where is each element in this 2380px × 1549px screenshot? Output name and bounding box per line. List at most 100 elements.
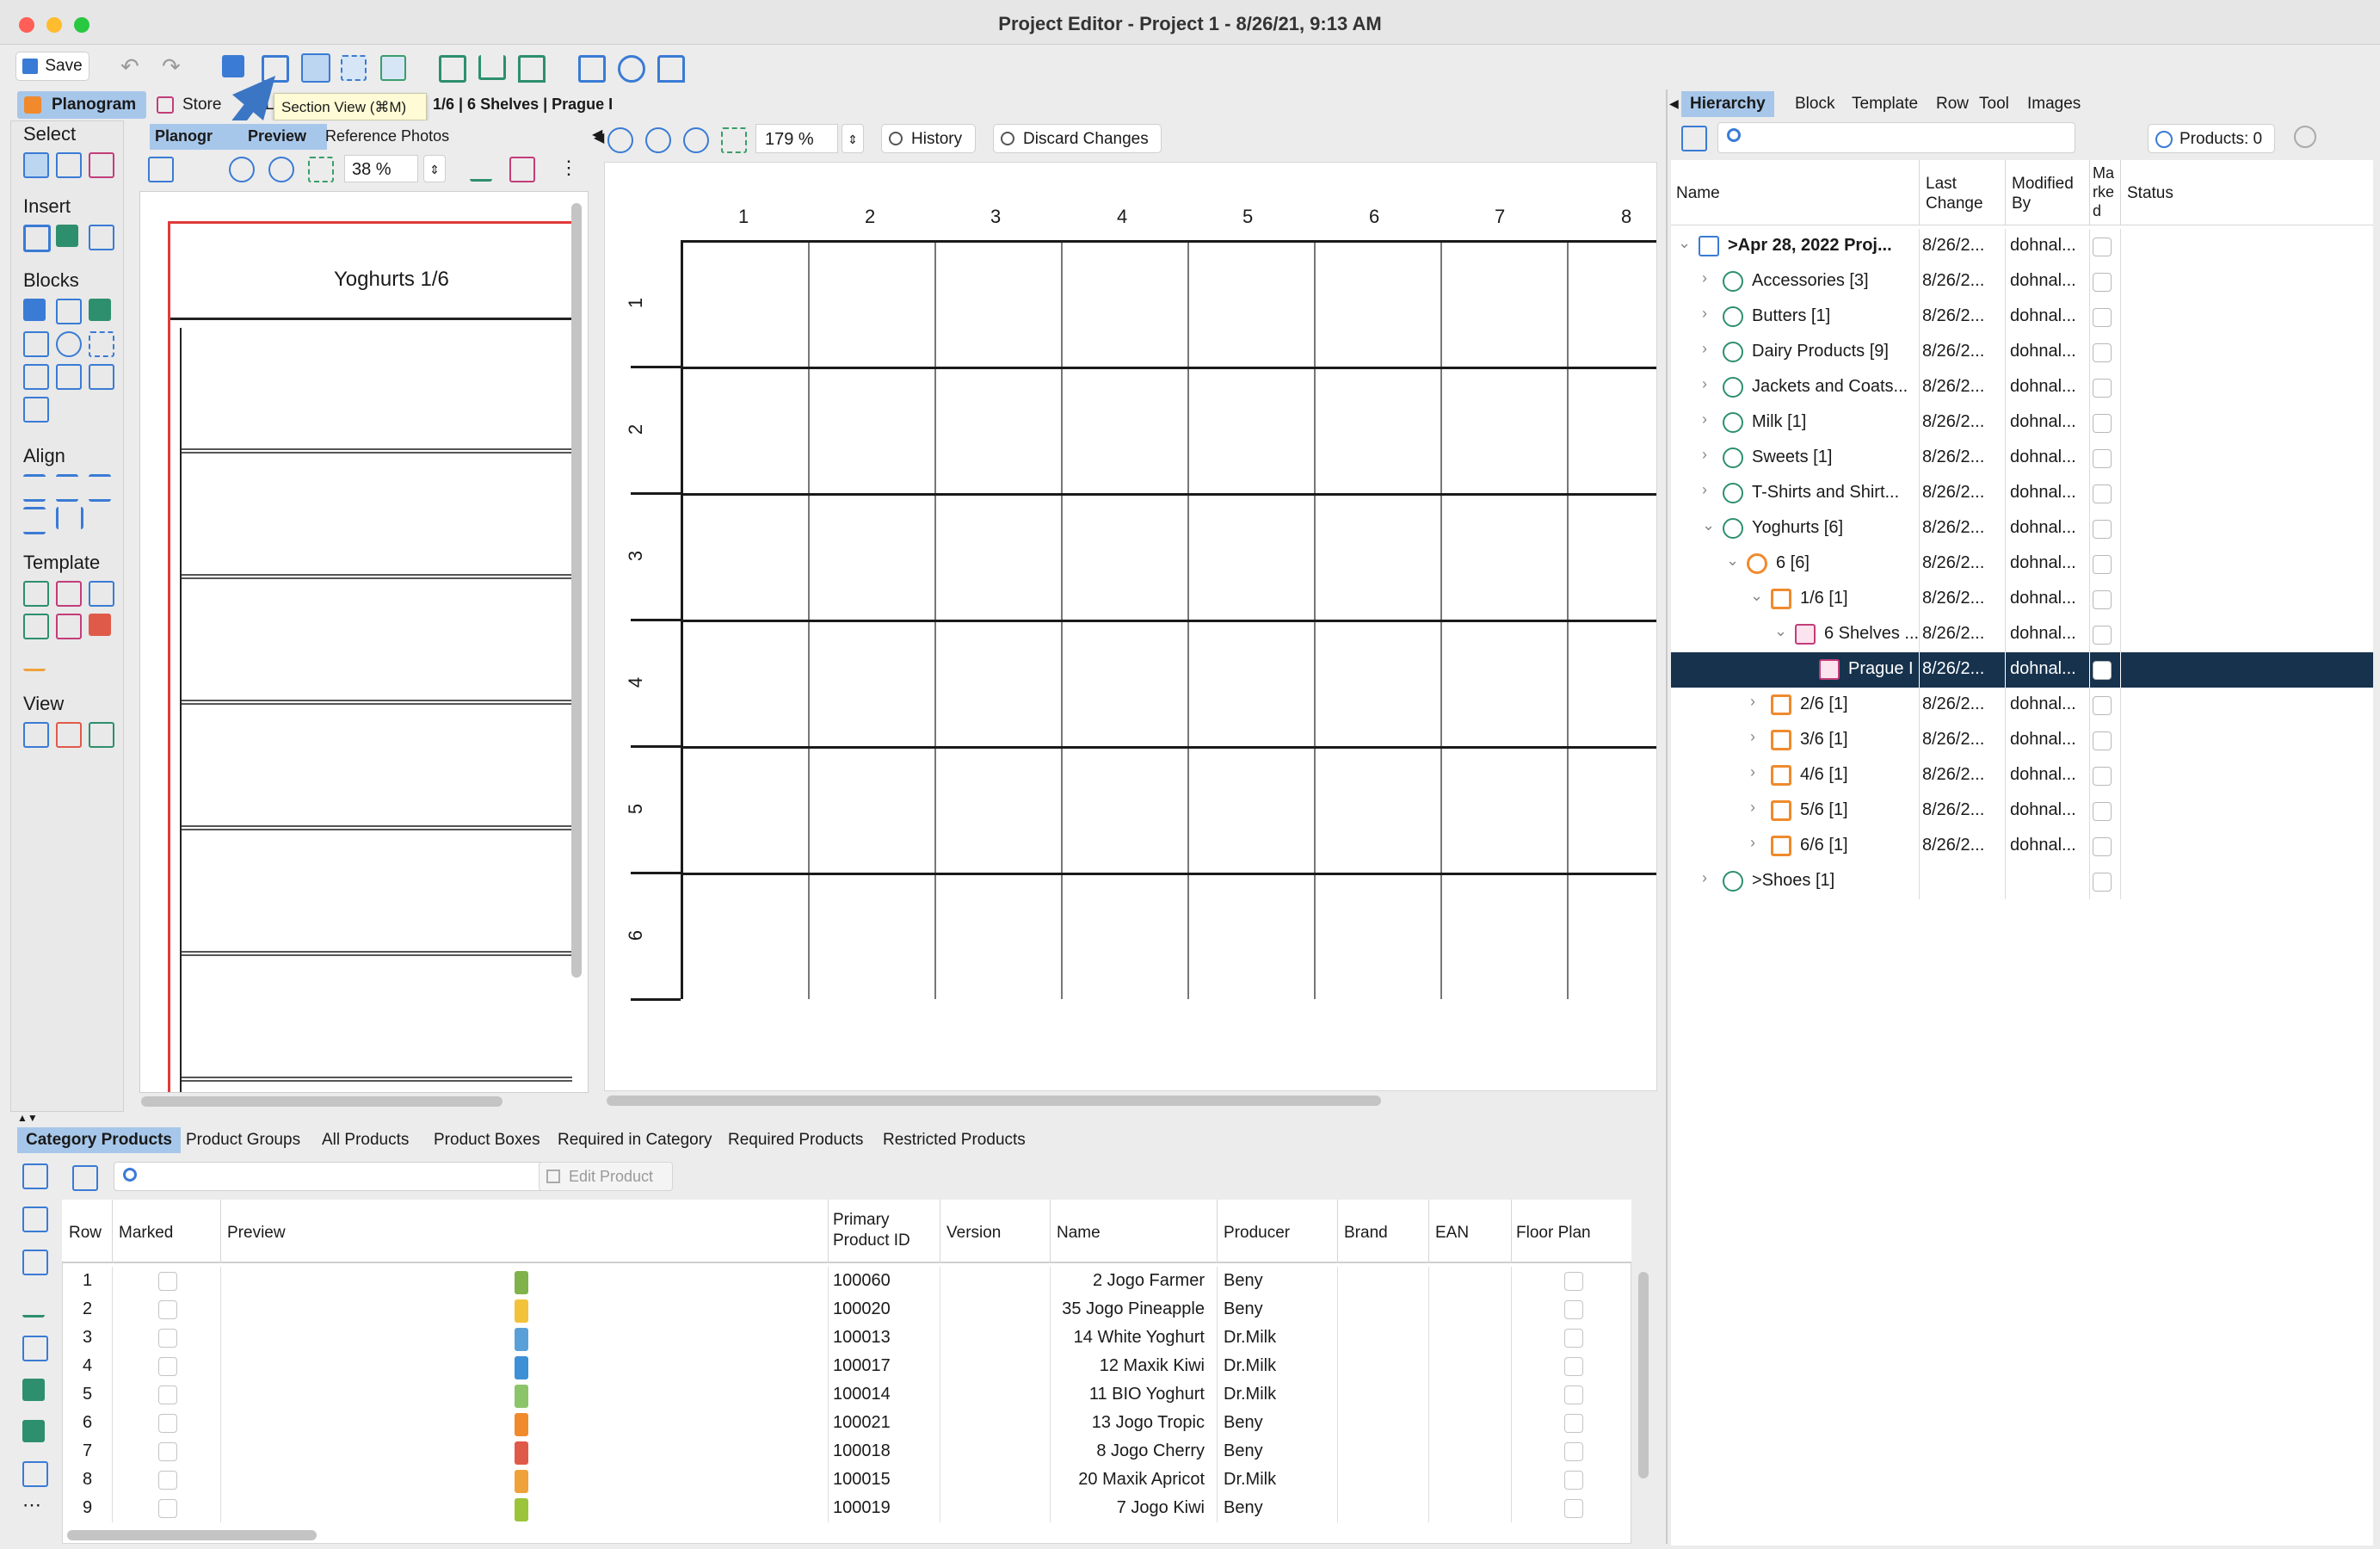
export-icon[interactable] [148, 157, 174, 182]
col-version-header[interactable]: Version [946, 1224, 1001, 1243]
col-modified-by-header[interactable]: Modified By [2012, 174, 2084, 213]
history-button[interactable]: History [881, 124, 976, 153]
chevron-right-icon[interactable]: › [1750, 834, 1755, 852]
table-row[interactable]: 3 100013 14 White Yoghurt Dr.Milk [62, 1324, 1631, 1352]
right-collapse-icon[interactable]: ◀ [1669, 96, 1679, 111]
tab-restricted-products[interactable]: Restricted Products [874, 1127, 1034, 1153]
hierarchy-row[interactable]: › 6/6 [1] 8/26/2... dohnal... [1671, 829, 2373, 864]
products-table-settings-icon[interactable] [72, 1165, 98, 1191]
table-settings-icon[interactable] [1681, 126, 1707, 151]
tab-planogram[interactable]: Planogram [17, 91, 146, 119]
template-1-icon[interactable] [23, 581, 49, 607]
copy-icon[interactable] [22, 1206, 48, 1232]
editor-zoom-stepper[interactable]: ⇕ [842, 124, 864, 153]
editor-zoom-field[interactable]: 179 % [755, 124, 838, 153]
marked-checkbox[interactable] [2093, 238, 2112, 256]
more-actions-icon[interactable]: ⋯ [22, 1494, 41, 1516]
tab-template[interactable]: Template [1843, 91, 1927, 117]
align-left-icon[interactable] [23, 474, 46, 502]
chevron-right-icon[interactable]: › [1702, 305, 1707, 323]
flag-icon[interactable] [470, 157, 492, 182]
preview-zoom-field[interactable]: 38 % [344, 155, 418, 182]
hierarchy-search-input[interactable] [1717, 122, 2075, 153]
marked-checkbox[interactable] [158, 1414, 177, 1433]
block-4-icon[interactable] [23, 331, 49, 357]
hierarchy-icon[interactable] [618, 55, 645, 83]
marked-checkbox[interactable] [2093, 414, 2112, 433]
block-6-icon[interactable] [89, 331, 114, 357]
document-icon[interactable] [22, 1336, 48, 1361]
fit-to-window-icon[interactable] [721, 127, 747, 153]
products-vertical-scrollbar[interactable] [1638, 1272, 1649, 1478]
marked-checkbox[interactable] [158, 1272, 177, 1291]
tab-product-boxes[interactable]: Product Boxes [425, 1127, 549, 1153]
hierarchy-row[interactable]: › 2/6 [1] 8/26/2... dohnal... [1671, 688, 2373, 723]
store-icon[interactable] [518, 55, 546, 83]
col-row-header[interactable]: Row [69, 1224, 102, 1243]
insert-remove-icon[interactable] [56, 225, 78, 247]
col-primary-id-header[interactable]: Primary Product ID [833, 1210, 945, 1251]
hierarchy-row[interactable]: ⌄ >Apr 28, 2022 Proj... 8/26/2... dohnal... [1671, 229, 2373, 264]
undo-icon[interactable]: ↶ [120, 53, 139, 80]
marked-checkbox[interactable] [2093, 520, 2112, 539]
chevron-right-icon[interactable]: › [1750, 799, 1755, 817]
hierarchy-row[interactable]: › Sweets [1] 8/26/2... dohnal... [1671, 441, 2373, 476]
edit-product-button[interactable]: Edit Product [539, 1162, 673, 1191]
preview-zoom-out-icon[interactable] [229, 157, 255, 182]
col-last-change-header[interactable]: Last Change [1926, 174, 1998, 213]
hierarchy-row[interactable]: › 3/6 [1] 8/26/2... dohnal... [1671, 723, 2373, 758]
preview-fit-icon[interactable] [308, 157, 334, 182]
tag-icon[interactable] [22, 1293, 45, 1318]
marked-checkbox[interactable] [2093, 696, 2112, 715]
floor-plan-checkbox[interactable] [1564, 1442, 1583, 1461]
zoom-out-icon[interactable] [645, 127, 671, 153]
hierarchy-row[interactable]: › Accessories [3] 8/26/2... dohnal... [1671, 264, 2373, 299]
col-marked-header[interactable]: Marked [119, 1224, 173, 1243]
marked-checkbox[interactable] [2093, 661, 2112, 680]
preview-zoom-stepper[interactable]: ⇕ [423, 155, 446, 182]
block-8-icon[interactable] [56, 364, 82, 390]
col-ean-header[interactable]: EAN [1435, 1224, 1469, 1243]
block-2-icon[interactable] [56, 299, 82, 324]
preview-canvas[interactable]: Yoghurts 1/6 [139, 191, 589, 1093]
tab-all-products[interactable]: All Products [313, 1127, 417, 1153]
panel-divider[interactable] [1666, 89, 1668, 1544]
col-name-header[interactable]: Name [1676, 184, 1720, 203]
tab-reference-photos[interactable]: Reference Photos [325, 127, 449, 145]
chevron-down-icon[interactable]: ⌄ [1702, 516, 1715, 534]
info-icon[interactable] [22, 1250, 48, 1275]
preview-vertical-scrollbar[interactable] [571, 203, 582, 978]
marked-checkbox[interactable] [158, 1385, 177, 1404]
table-row[interactable]: 5 100014 11 BIO Yoghurt Dr.Milk [62, 1380, 1631, 1409]
floor-plan-checkbox[interactable] [1564, 1272, 1583, 1291]
block-10-icon[interactable] [23, 397, 49, 423]
editor-collapse-icon[interactable]: ◀ [594, 129, 604, 146]
floor-plan-checkbox[interactable] [1564, 1414, 1583, 1433]
marked-checkbox[interactable] [158, 1357, 177, 1376]
marked-checkbox[interactable] [158, 1442, 177, 1461]
table-row[interactable]: 9 100019 7 Jogo Kiwi Beny [62, 1494, 1631, 1522]
template-7-icon[interactable] [23, 646, 46, 671]
hierarchy-row[interactable]: › 4/6 [1] 8/26/2... dohnal... [1671, 758, 2373, 793]
marked-checkbox[interactable] [158, 1300, 177, 1319]
view-3-icon[interactable] [89, 722, 114, 748]
marked-checkbox[interactable] [2093, 379, 2112, 398]
marked-checkbox[interactable] [2093, 626, 2112, 645]
tab-product-groups[interactable]: Product Groups [177, 1127, 309, 1153]
products-filter-button[interactable]: Products: 0 [2148, 124, 2275, 153]
floor-plan-checkbox[interactable] [1564, 1300, 1583, 1319]
zoom-in-icon[interactable] [607, 127, 633, 153]
chevron-down-icon[interactable]: ⌄ [1678, 234, 1691, 252]
preview-zoom-in-icon[interactable] [268, 157, 294, 182]
select-arrow-icon[interactable] [23, 152, 49, 178]
excel-import-icon[interactable] [22, 1420, 45, 1442]
floor-plan-checkbox[interactable] [1564, 1499, 1583, 1518]
table-icon[interactable] [578, 55, 606, 83]
chevron-right-icon[interactable]: › [1702, 340, 1707, 358]
hierarchy-row[interactable]: › 5/6 [1] 8/26/2... dohnal... [1671, 793, 2373, 829]
col-brand-header[interactable]: Brand [1344, 1224, 1388, 1243]
block-5-icon[interactable] [56, 331, 82, 357]
tab-block[interactable]: Block [1786, 91, 1843, 117]
marked-checkbox[interactable] [2093, 555, 2112, 574]
hierarchy-row[interactable]: ⌄ 6 [6] 8/26/2... dohnal... [1671, 546, 2373, 582]
